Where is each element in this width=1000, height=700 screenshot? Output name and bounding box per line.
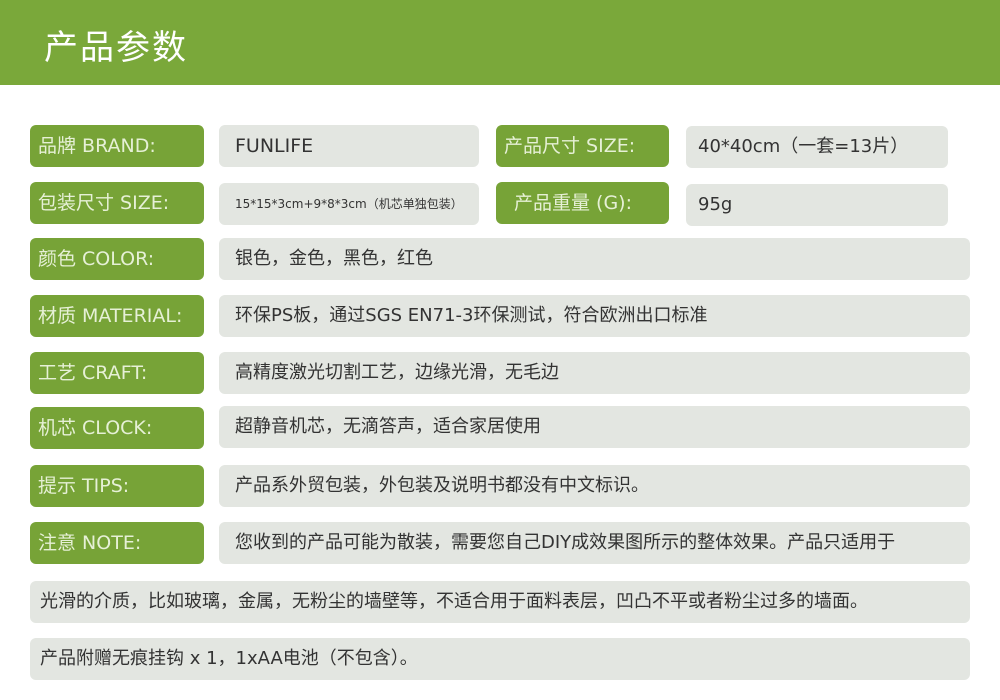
gift-info: 产品附赠无痕挂钩 x 1，1xAA电池（不包含）。 (30, 638, 970, 680)
material-value: 环保PS板，通过SGS EN71-3环保测试，符合欧洲出口标准 (219, 295, 970, 337)
weight-value: 95g (686, 184, 948, 226)
note-label: 注意 NOTE: (30, 522, 204, 564)
pack-size-value: 15*15*3cm+9*8*3cm（机芯单独包装） (219, 183, 479, 225)
craft-label: 工艺 CRAFT: (30, 352, 204, 394)
pack-size-label: 包装尺寸 SIZE: (30, 182, 204, 224)
clock-value: 超静音机芯，无滴答声，适合家居使用 (219, 406, 970, 448)
material-label: 材质 MATERIAL: (30, 295, 204, 337)
note-value: 您收到的产品可能为散装，需要您自己DIY成效果图所示的整体效果。产品只适用于 (219, 522, 970, 564)
page-title: 产品参数 (44, 28, 188, 68)
size-label: 产品尺寸 SIZE: (496, 125, 669, 167)
tips-value: 产品系外贸包装，外包装及说明书都没有中文标识。 (219, 465, 970, 507)
craft-value: 高精度激光切割工艺，边缘光滑，无毛边 (219, 352, 970, 394)
weight-label: 产品重量 (G): (496, 182, 669, 224)
color-label: 颜色 COLOR: (30, 238, 204, 280)
brand-label: 品牌 BRAND: (30, 125, 204, 167)
note-continued: 光滑的介质，比如玻璃，金属，无粉尘的墙壁等，不适合用于面料表层，凹凸不平或者粉尘… (30, 581, 970, 623)
clock-label: 机芯 CLOCK: (30, 407, 204, 449)
color-value: 银色，金色，黑色，红色 (219, 238, 970, 280)
header-bar: 产品参数 (0, 0, 1000, 85)
tips-label: 提示 TIPS: (30, 465, 204, 507)
size-value: 40*40cm（一套=13片） (686, 126, 948, 168)
brand-value: FUNLIFE (219, 125, 479, 167)
